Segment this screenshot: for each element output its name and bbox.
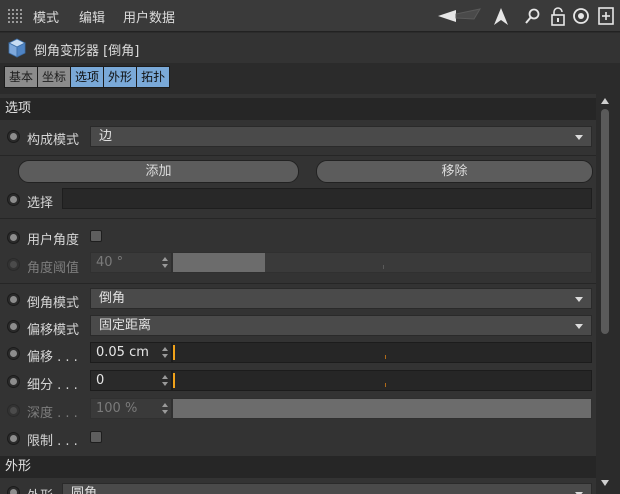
keyframe-radio[interactable]	[7, 375, 20, 388]
bevel-mode-value: 倒角	[99, 291, 126, 306]
keyframe-radio	[7, 404, 20, 417]
subdivision-label: 细分 . . .	[27, 378, 78, 393]
tab-shape[interactable]: 外形	[103, 66, 138, 88]
shape-dropdown[interactable]: 圆角	[62, 483, 592, 494]
spinner-icon[interactable]	[162, 375, 168, 386]
target-icon[interactable]	[572, 5, 590, 27]
scroll-up-icon[interactable]	[600, 96, 610, 106]
slider-fill	[173, 253, 265, 272]
bevel-deformer-icon	[8, 38, 26, 58]
divider	[0, 218, 596, 219]
use-angle-label: 用户角度	[27, 233, 80, 248]
bevel-mode-dropdown[interactable]: 倒角	[90, 288, 592, 309]
bevel-mode-label: 倒角模式	[27, 296, 80, 311]
attribute-panel: 选项 构成模式 边 添加 移除 选择 用户角度 角度阈值 40 ° 倒角模式 倒…	[0, 94, 596, 494]
slider-tick	[385, 383, 386, 387]
depth-label: 深度 . . .	[27, 406, 78, 421]
subdivision-input[interactable]: 0	[90, 370, 172, 391]
slider-tick	[385, 355, 386, 359]
search-icon[interactable]	[524, 5, 542, 27]
limit-label: 限制 . . .	[27, 434, 78, 449]
keyframe-radio[interactable]	[7, 193, 20, 206]
object-title-row: 倒角变形器 [倒角]	[0, 33, 620, 63]
chevron-down-icon	[575, 135, 583, 140]
new-panel-icon[interactable]	[597, 5, 615, 27]
spinner-icon	[162, 403, 168, 414]
construction-mode-value: 边	[99, 129, 113, 144]
offset-slider[interactable]	[172, 342, 592, 363]
shape-label: 外形	[27, 485, 53, 494]
back-arrow-icon[interactable]	[436, 5, 482, 27]
object-title: 倒角变形器 [倒角]	[34, 44, 140, 59]
subdivision-value: 0	[96, 373, 105, 388]
depth-slider	[172, 398, 592, 419]
drag-grip-icon[interactable]	[8, 9, 22, 23]
spinner-icon	[162, 257, 168, 268]
menu-mode[interactable]: 模式	[33, 7, 59, 26]
spinner-icon[interactable]	[162, 347, 168, 358]
angle-threshold-input: 40 °	[90, 252, 172, 273]
keyframe-radio[interactable]	[7, 320, 20, 333]
tab-coordinates[interactable]: 坐标	[37, 66, 72, 88]
offset-mode-value: 固定距离	[99, 318, 152, 333]
selection-field[interactable]	[62, 188, 592, 209]
tab-options[interactable]: 选项	[70, 66, 105, 88]
angle-threshold-label: 角度阈值	[27, 261, 80, 276]
construction-mode-label: 构成模式	[27, 133, 80, 148]
subdivision-slider[interactable]	[172, 370, 592, 391]
depth-input: 100 %	[90, 398, 172, 419]
section-shape-header: 外形	[0, 456, 596, 478]
remove-button[interactable]: 移除	[316, 160, 593, 183]
depth-value: 100 %	[96, 401, 138, 416]
menu-edit[interactable]: 编辑	[79, 7, 105, 26]
offset-value: 0.05 cm	[96, 345, 149, 360]
slider-knob[interactable]	[173, 345, 175, 360]
add-button[interactable]: 添加	[18, 160, 299, 183]
chevron-down-icon	[575, 324, 583, 329]
keyframe-radio[interactable]	[7, 130, 20, 143]
keyframe-radio[interactable]	[7, 486, 20, 494]
slider-fill	[173, 399, 591, 418]
offset-mode-label: 偏移模式	[27, 323, 80, 338]
angle-threshold-value: 40 °	[96, 255, 124, 270]
offset-label: 偏移 . . .	[27, 350, 78, 365]
offset-mode-dropdown[interactable]: 固定距离	[90, 315, 592, 336]
keyframe-radio[interactable]	[7, 432, 20, 445]
scroll-down-icon[interactable]	[600, 478, 610, 488]
attribute-tabs: 基本 坐标 选项 外形 拓扑	[4, 66, 171, 88]
angle-threshold-slider	[172, 252, 592, 273]
offset-input[interactable]: 0.05 cm	[90, 342, 172, 363]
scrollbar-thumb[interactable]	[601, 109, 609, 334]
shape-value: 圆角	[71, 486, 98, 494]
keyframe-radio[interactable]	[7, 293, 20, 306]
divider	[0, 155, 596, 156]
keyframe-radio	[7, 258, 20, 271]
keyframe-radio[interactable]	[7, 231, 20, 244]
lock-icon[interactable]	[550, 5, 566, 27]
use-angle-checkbox[interactable]	[90, 230, 102, 242]
divider	[0, 283, 596, 284]
limit-checkbox[interactable]	[90, 431, 102, 443]
menubar: 模式 编辑 用户数据	[0, 0, 620, 32]
tab-topology[interactable]: 拓扑	[136, 66, 171, 88]
selection-label: 选择	[27, 196, 54, 211]
cursor-arrow-icon[interactable]	[492, 5, 510, 27]
construction-mode-dropdown[interactable]: 边	[90, 126, 592, 147]
menu-user-data[interactable]: 用户数据	[123, 7, 175, 26]
chevron-down-icon	[575, 297, 583, 302]
keyframe-radio[interactable]	[7, 347, 20, 360]
slider-tick	[383, 265, 384, 269]
section-options-header: 选项	[0, 98, 596, 120]
slider-knob[interactable]	[173, 373, 175, 388]
tab-basic[interactable]: 基本	[4, 66, 39, 88]
